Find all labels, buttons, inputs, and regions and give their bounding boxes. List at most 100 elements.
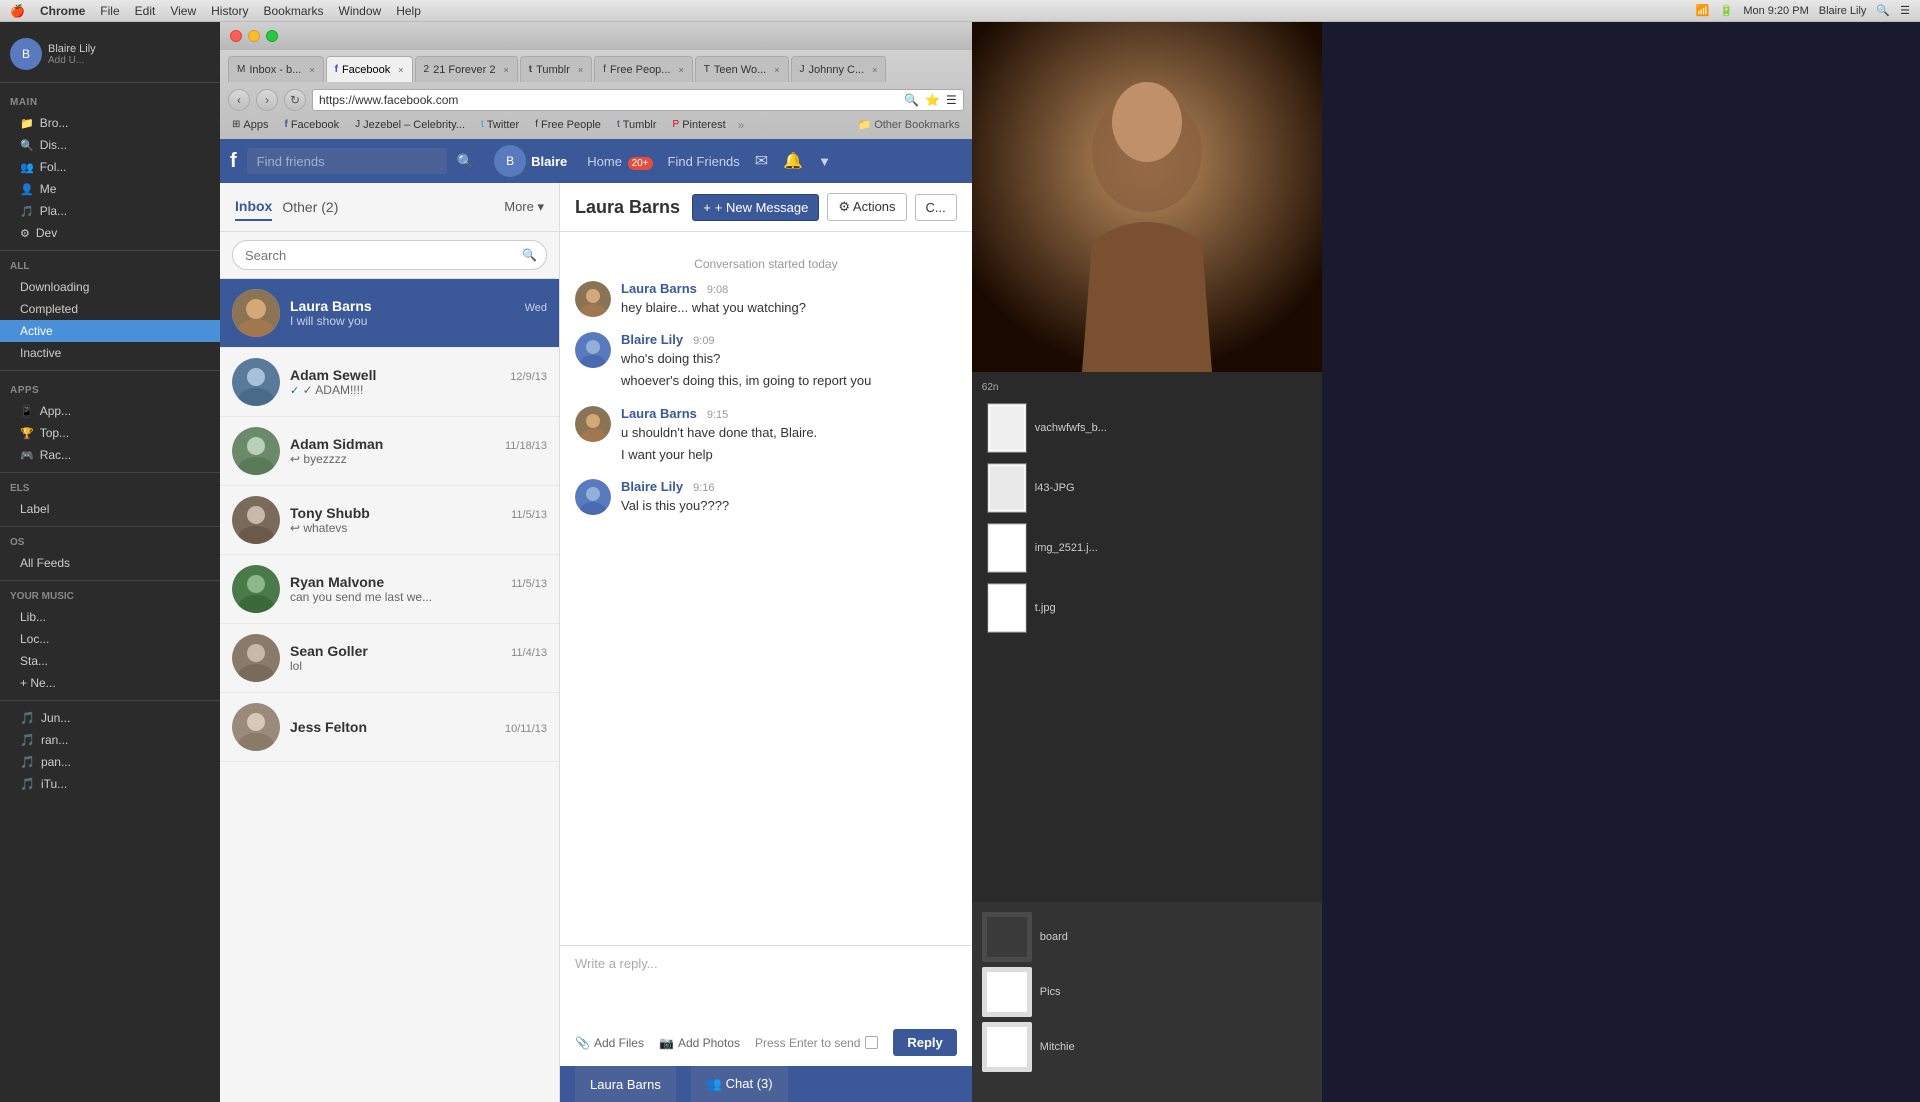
enter-checkbox[interactable] [865,1036,878,1049]
search-icon[interactable]: 🔍 [904,93,919,107]
fb-username[interactable]: Blaire [531,154,567,169]
add-files-button[interactable]: 📎 Add Files [575,1036,644,1050]
sidebar-completed[interactable]: Completed [0,298,220,320]
tab-tumblr[interactable]: t Tumblr × [520,56,592,82]
fb-search-button[interactable]: 🔍 [457,153,474,170]
menu-list-icon[interactable]: ☰ [1900,4,1910,17]
fb-home-link[interactable]: Home 20+ [587,154,652,169]
fb-account-menu[interactable]: ▼ [818,154,831,169]
add-account-label[interactable]: Add U... [48,55,96,66]
msg-search-input[interactable] [232,240,547,270]
menu-history[interactable]: History [211,4,248,18]
bookmark-apps[interactable]: ⊞ Apps [228,118,272,132]
msg-item-laura[interactable]: Laura Barns Wed I will show you [220,279,559,348]
sidebar-music1[interactable]: 🎵Jun... [0,707,220,729]
menu-edit[interactable]: Edit [135,4,156,18]
window-maximize[interactable] [266,30,278,42]
sidebar-app1[interactable]: 📱App... [0,400,220,422]
sidebar-new-playlist[interactable]: + Ne... [0,672,220,694]
fb-messages-icon[interactable]: ✉ [755,151,768,171]
fb-search-input[interactable] [247,148,447,174]
bookmark-jezebel[interactable]: J Jezebel – Celebrity... [351,118,469,132]
sidebar-inactive[interactable]: Inactive [0,342,220,364]
msg-item-ryan[interactable]: Ryan Malvone 11/5/13 can you send me las… [220,555,559,624]
chat-box-laura[interactable]: Laura Barns [575,1066,676,1102]
msg-item-sean[interactable]: Sean Goller 11/4/13 lol [220,624,559,693]
bookmark-star-icon[interactable]: ⭐ [925,93,940,107]
sidebar-following[interactable]: 👥Fol... [0,156,220,178]
sidebar-active[interactable]: Active [0,320,220,342]
menu-icon[interactable]: ☰ [946,93,957,107]
menu-bookmarks[interactable]: Bookmarks [263,4,323,18]
menu-chrome[interactable]: Chrome [40,4,85,18]
other-bookmarks[interactable]: 📁 Other Bookmarks [853,117,963,132]
bubble-name-blaire[interactable]: Blaire Lily [621,332,683,347]
back-button[interactable]: ‹ [228,89,250,111]
sidebar-music2[interactable]: 🎵ran... [0,729,220,751]
sidebar-label[interactable]: Label [0,498,220,520]
rs-item-mitchie[interactable]: Mitchie [982,1022,1312,1072]
sidebar-dev[interactable]: ⚙Dev [0,222,220,244]
apple-menu[interactable]: 🍎 [10,4,25,18]
menu-search-icon[interactable]: 🔍 [1876,4,1890,17]
sidebar-me[interactable]: 👤Me [0,178,220,200]
forward-button[interactable]: › [256,89,278,111]
more-conv-button[interactable]: C... [915,194,957,221]
tab-facebook[interactable]: f Facebook × [326,56,413,82]
sidebar-local[interactable]: Loc... [0,628,220,650]
sidebar-all-feeds[interactable]: All Feeds [0,552,220,574]
other-tab[interactable]: Other (2) [282,194,338,220]
bookmark-twitter[interactable]: t Twitter [477,118,523,132]
menu-view[interactable]: View [170,4,196,18]
fb-notifications-icon[interactable]: 🔔 [783,151,803,171]
msg-item-jess[interactable]: Jess Felton 10/11/13 [220,693,559,762]
reply-textarea[interactable] [575,956,957,1016]
add-photos-button[interactable]: 📷 Add Photos [659,1036,740,1050]
tab-gmail[interactable]: M Inbox - b... × [228,56,324,82]
rs-item-pics[interactable]: Pics [982,967,1312,1017]
window-close[interactable] [230,30,242,42]
tab-teenwolf[interactable]: T Teen Wo... × [695,56,789,82]
chat-count-box[interactable]: 👥 Chat (3) [691,1066,788,1102]
file-item-2[interactable]: l43-JPG [982,458,1312,518]
msg-item-tony[interactable]: Tony Shubb 11/5/13 ↩ whatevs [220,486,559,555]
reply-button[interactable]: Reply [893,1029,956,1056]
inbox-tab[interactable]: Inbox [235,193,272,221]
menu-help[interactable]: Help [396,4,421,18]
sidebar-browse[interactable]: 📁Bro... [0,112,220,134]
fb-user-avatar[interactable]: B [494,145,526,177]
tab-freepeople[interactable]: f Free Peop... × [594,56,693,82]
address-bar[interactable]: https://www.facebook.com 🔍 ⭐ ☰ [312,89,964,111]
bookmark-tumblr[interactable]: t Tumblr [613,118,661,132]
sidebar-starred[interactable]: Sta... [0,650,220,672]
sidebar-library[interactable]: Lib... [0,606,220,628]
actions-button[interactable]: ⚙ Actions [827,193,906,221]
msg-item-adam-sidman[interactable]: Adam Sidman 11/18/13 ↩ byezzzz [220,417,559,486]
msg-item-adam-sewell[interactable]: Adam Sewell 12/9/13 ✓ ✓ ADAM!!!! [220,348,559,417]
sidebar-music4[interactable]: 🎵iTu... [0,773,220,795]
tab-forever21[interactable]: 2 21 Forever 2 × [415,56,518,82]
file-item-1[interactable]: vachwfwfs_b... [982,398,1312,458]
new-message-button[interactable]: + + New Message [692,194,819,221]
bookmark-facebook[interactable]: f Facebook [280,118,343,132]
bookmark-pinterest[interactable]: P Pinterest [669,118,730,132]
sidebar-app3[interactable]: 🎮Rac... [0,444,220,466]
more-dropdown[interactable]: More ▾ [504,199,544,215]
bubble-name-laura-2[interactable]: Laura Barns [621,406,697,421]
bubble-name-blaire-2[interactable]: Blaire Lily [621,479,683,494]
file-item-3[interactable]: img_2521.j... [982,518,1312,578]
sidebar-playlists[interactable]: 🎵Pla... [0,200,220,222]
refresh-button[interactable]: ↻ [284,89,306,111]
sidebar-app2[interactable]: 🏆Top... [0,422,220,444]
rs-item-board[interactable]: board [982,912,1312,962]
menu-window[interactable]: Window [339,4,382,18]
menu-file[interactable]: File [100,4,119,18]
sidebar-music3[interactable]: 🎵pan... [0,751,220,773]
fb-find-friends-link[interactable]: Find Friends [668,154,740,169]
window-minimize[interactable] [248,30,260,42]
file-item-4[interactable]: t.jpg [982,578,1312,638]
tab-johnnyc[interactable]: J Johnny C... × [791,56,887,82]
sidebar-discover[interactable]: 🔍Dis... [0,134,220,156]
bubble-name-laura[interactable]: Laura Barns [621,281,697,296]
bookmark-freepeople[interactable]: f Free People [531,118,605,132]
